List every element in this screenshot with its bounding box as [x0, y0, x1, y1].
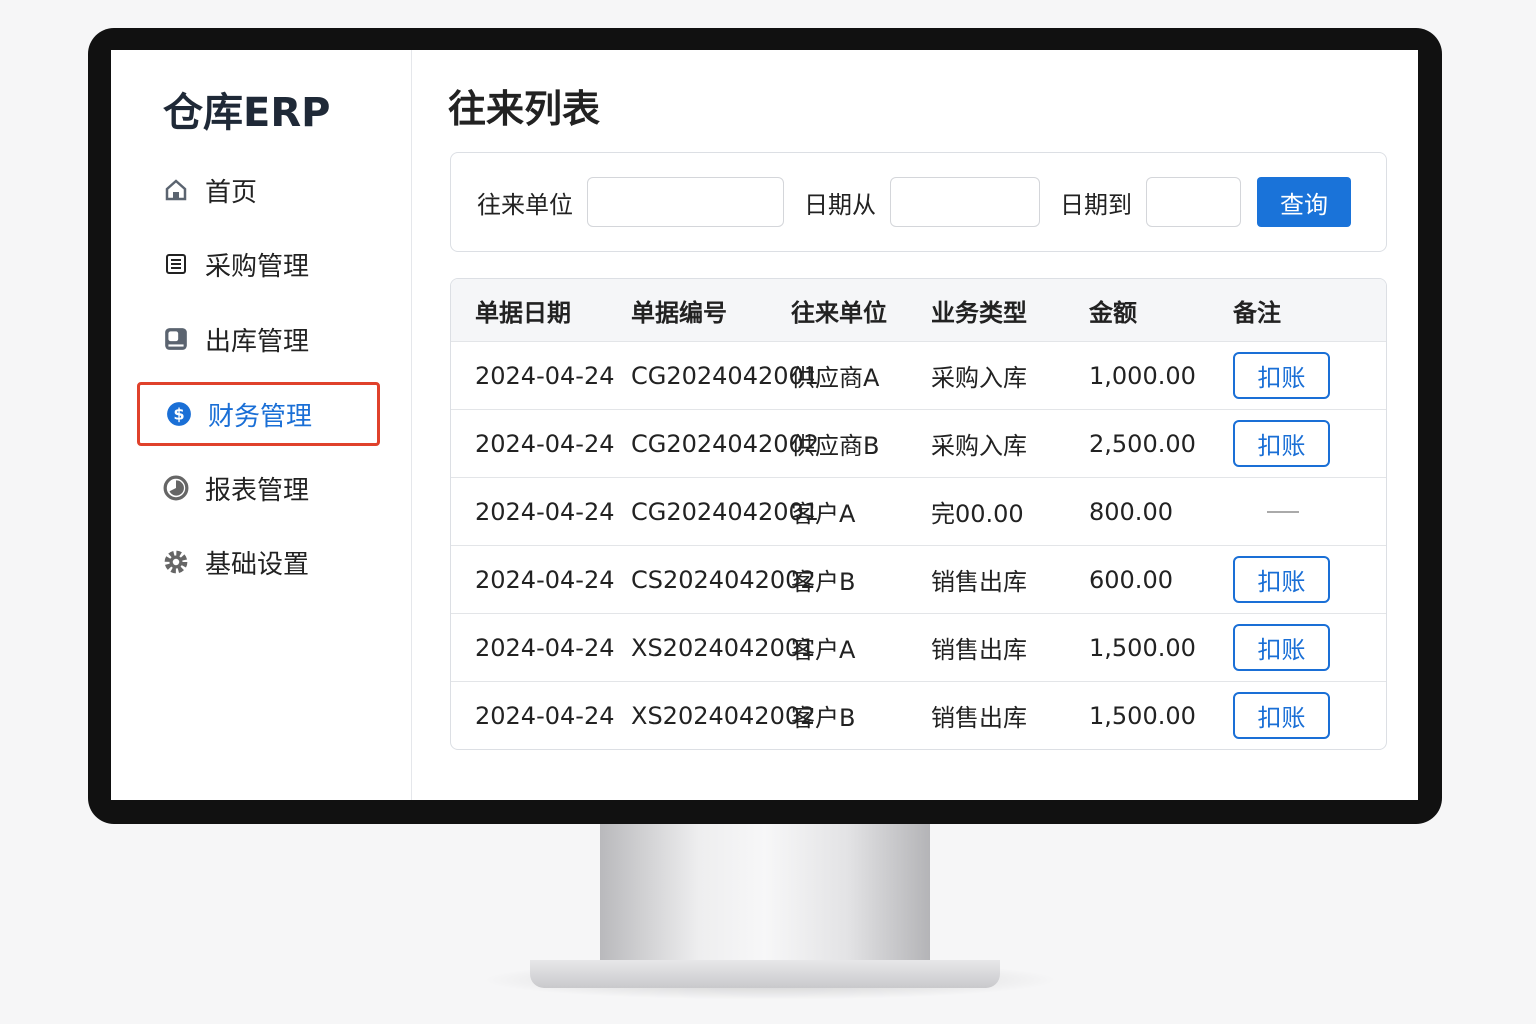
- deduct-button[interactable]: 扣账: [1233, 692, 1330, 739]
- table-cell: CG2024042001: [631, 361, 820, 390]
- table-cell: 客户B: [791, 704, 856, 732]
- remark-cell: 扣账: [1233, 352, 1386, 399]
- sidebar-item-finance[interactable]: $ 财务管理: [137, 382, 380, 446]
- column-header: 金额: [1089, 298, 1137, 327]
- table-cell: CG2024042002: [631, 429, 820, 458]
- unit-input[interactable]: [587, 177, 784, 227]
- table-cell: 600.00: [1089, 565, 1173, 594]
- column-header: 单据日期: [475, 298, 571, 327]
- home-icon: [163, 177, 189, 203]
- table-cell: 800.00: [1089, 497, 1173, 526]
- sidebar-item-reports[interactable]: 报表管理: [137, 456, 380, 520]
- table-row: 2024-04-24 CG2024042001 供应商A 采购入库 1,000.00 扣账: [451, 341, 1386, 409]
- deduct-button[interactable]: 扣账: [1233, 420, 1330, 467]
- table-cell: XS2024042002: [631, 701, 816, 730]
- date-from-input[interactable]: [890, 177, 1040, 227]
- table-cell: 客户A: [791, 500, 856, 528]
- monitor-stand: [600, 820, 930, 970]
- table-cell: 供应商B: [791, 432, 880, 460]
- table-cell: 2024-04-24: [475, 429, 615, 458]
- sidebar-item-purchase[interactable]: 采购管理: [137, 232, 380, 296]
- monitor-base: [530, 960, 1000, 988]
- column-header: 业务类型: [931, 298, 1027, 327]
- table-header: 单据日期 单据编号 往来单位 业务类型 金额 备注: [451, 279, 1386, 341]
- table-cell: 客户A: [791, 636, 856, 664]
- table-cell: 完00.00: [931, 500, 1024, 528]
- table-cell: 2024-04-24: [475, 497, 615, 526]
- table-cell: 2024-04-24: [475, 633, 615, 662]
- table-cell: 客户B: [791, 568, 856, 596]
- svg-text:$: $: [173, 404, 184, 423]
- sidebar: 仓库ERP 首页 采购管理 出库管理 $ 财务管理 报表管理 基础设置: [111, 50, 412, 800]
- remark-cell: 扣账: [1233, 692, 1386, 739]
- main-content: 往来列表 往来单位 日期从 日期到 查询 单据日期 单据编号 往来单位 业务类型…: [412, 50, 1418, 800]
- date-from-label: 日期从: [804, 190, 876, 219]
- sidebar-item-label: 采购管理: [205, 251, 310, 282]
- empty-dash: [1267, 510, 1299, 513]
- sidebar-item-label: 基础设置: [205, 549, 310, 580]
- page-title: 往来列表: [448, 87, 601, 131]
- table-cell: 销售出库: [931, 704, 1027, 732]
- deduct-button[interactable]: 扣账: [1233, 556, 1330, 603]
- chart-icon: [163, 475, 189, 501]
- query-button[interactable]: 查询: [1257, 177, 1351, 227]
- sidebar-item-home[interactable]: 首页: [137, 158, 380, 222]
- table-row: 2024-04-24 XS2024042002 客户B 销售出库 1,500.00 扣账: [451, 681, 1386, 749]
- transactions-table: 单据日期 单据编号 往来单位 业务类型 金额 备注 2024-04-24 CG20…: [450, 278, 1387, 750]
- column-header: 备注: [1233, 298, 1281, 327]
- app-window: 仓库ERP 首页 采购管理 出库管理 $ 财务管理 报表管理 基础设置 往来列表…: [111, 50, 1418, 800]
- table-cell: 销售出库: [931, 636, 1027, 664]
- dollar-icon: $: [166, 401, 192, 427]
- table-row: 2024-04-24 XS2024042001 客户A 销售出库 1,500.00 扣账: [451, 613, 1386, 681]
- filter-panel: 往来单位 日期从 日期到 查询: [450, 152, 1387, 252]
- sidebar-item-settings[interactable]: 基础设置: [137, 530, 380, 594]
- remark-cell: 扣账: [1233, 556, 1386, 603]
- table-cell: 1,500.00: [1089, 633, 1196, 662]
- date-to-label: 日期到: [1060, 190, 1132, 219]
- column-header: 往来单位: [791, 298, 887, 327]
- table-cell: 销售出库: [931, 568, 1027, 596]
- table-cell: 1,500.00: [1089, 701, 1196, 730]
- table-cell: 2,500.00: [1089, 429, 1196, 458]
- column-header: 单据编号: [631, 298, 727, 327]
- table-row: 2024-04-24 CG2024042001 客户A 完00.00 800.00: [451, 477, 1386, 545]
- table-cell: 1,000.00: [1089, 361, 1196, 390]
- table-row: 2024-04-24 CS2024042002 客户B 销售出库 600.00 扣账: [451, 545, 1386, 613]
- table-cell: CS2024042002: [631, 565, 816, 594]
- remark-cell: 扣账: [1233, 624, 1386, 671]
- remark-cell: [1233, 510, 1386, 513]
- deduct-button[interactable]: 扣账: [1233, 624, 1330, 671]
- gear-icon: [163, 549, 189, 575]
- table-row: 2024-04-24 CG2024042002 供应商B 采购入库 2,500.00 扣账: [451, 409, 1386, 477]
- table-cell: CG2024042001: [631, 497, 820, 526]
- sidebar-item-outbound[interactable]: 出库管理: [137, 307, 380, 371]
- deduct-button[interactable]: 扣账: [1233, 352, 1330, 399]
- table-cell: XS2024042001: [631, 633, 816, 662]
- sidebar-item-label: 出库管理: [205, 326, 310, 357]
- table-cell: 2024-04-24: [475, 361, 615, 390]
- unit-label: 往来单位: [477, 190, 573, 219]
- app-logo: 仓库ERP: [163, 90, 331, 136]
- table-cell: 2024-04-24: [475, 701, 615, 730]
- table-cell: 2024-04-24: [475, 565, 615, 594]
- date-to-input[interactable]: [1146, 177, 1241, 227]
- table-cell: 供应商A: [791, 364, 880, 392]
- sidebar-item-label: 财务管理: [208, 401, 313, 432]
- remark-cell: 扣账: [1233, 420, 1386, 467]
- list-icon: [163, 251, 189, 277]
- sidebar-item-label: 首页: [205, 177, 258, 208]
- sidebar-item-label: 报表管理: [205, 475, 310, 506]
- box-icon: [163, 326, 189, 352]
- table-cell: 采购入库: [931, 364, 1027, 392]
- table-cell: 采购入库: [931, 432, 1027, 460]
